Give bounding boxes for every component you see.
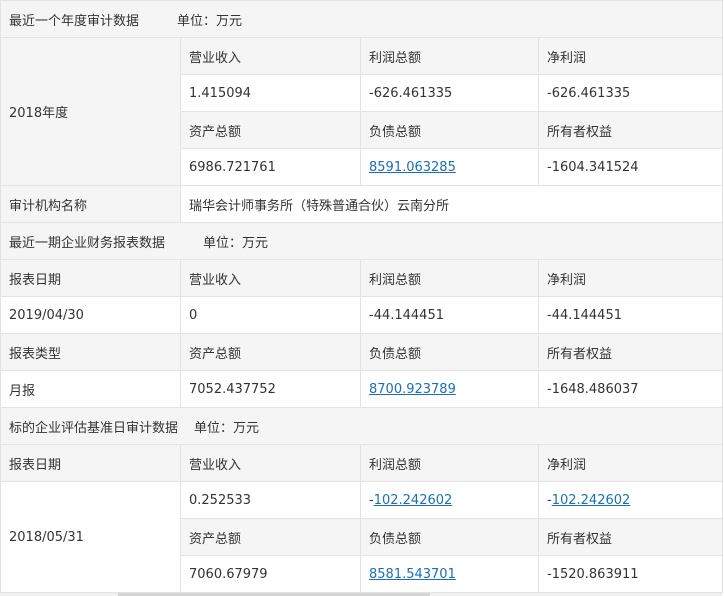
recent-unit: 单位：万元 xyxy=(203,235,269,251)
benchmark-date-value: 2018/05/31 xyxy=(0,481,181,593)
value-net-profit: -626.461335 xyxy=(537,74,724,112)
recent-section-header: 最近一期企业财务报表数据 单位：万元 xyxy=(0,222,724,260)
recent-type-label: 报表类型 xyxy=(0,333,181,371)
value-owner-equity: -1648.486037 xyxy=(537,370,724,408)
value-net-profit-link[interactable]: 102.242602 xyxy=(552,493,631,508)
value-total-liabilities-link[interactable]: 8591.063285 xyxy=(369,160,456,175)
auditor-label: 审计机构名称 xyxy=(0,185,181,223)
annual-unit: 单位：万元 xyxy=(177,13,243,29)
recent-type-value: 月报 xyxy=(0,370,181,408)
auditor-name: 瑞华会计师事务所（特殊普通合伙）云南分所 xyxy=(179,185,724,223)
benchmark-section-title-cell: 标的企业评估基准日审计数据 单位：万元 xyxy=(0,407,724,445)
label-owner-equity: 所有者权益 xyxy=(537,111,724,149)
label-owner-equity: 所有者权益 xyxy=(537,333,724,371)
value-total-profit: -44.144451 xyxy=(360,296,539,334)
value-revenue: 0 xyxy=(180,296,361,334)
recent-date-label: 报表日期 xyxy=(0,259,181,297)
recent-section-title-cell: 最近一期企业财务报表数据 单位：万元 xyxy=(0,222,724,260)
label-total-assets: 资产总额 xyxy=(180,111,361,149)
benchmark-row1-values: 2018/05/31 0.252533 -102.242602 -102.242… xyxy=(0,481,724,593)
value-net-profit: -44.144451 xyxy=(537,296,724,334)
benchmark-date-label: 报表日期 xyxy=(0,444,181,482)
benchmark-section-title: 标的企业评估基准日审计数据 xyxy=(9,420,179,436)
value-total-liabilities-cell: 8700.923789 xyxy=(360,370,539,408)
label-total-liabilities: 负债总额 xyxy=(360,518,539,556)
label-net-profit: 净利润 xyxy=(537,444,724,482)
label-total-liabilities: 负债总额 xyxy=(360,333,539,371)
value-revenue: 1.415094 xyxy=(180,74,361,112)
value-total-assets: 7060.67979 xyxy=(180,555,361,593)
value-net-profit-cell: -102.242602 xyxy=(537,481,724,519)
value-owner-equity: -1604.341524 xyxy=(537,148,724,186)
value-revenue: 0.252533 xyxy=(180,481,361,519)
annual-section-title-cell: 最近一个年度审计数据 单位：万元 xyxy=(0,0,724,38)
value-owner-equity: -1520.863911 xyxy=(537,555,724,593)
value-total-assets: 7052.437752 xyxy=(180,370,361,408)
recent-row2-values: 月报 7052.437752 8700.923789 -1648.486037 xyxy=(0,370,724,408)
auditor-row: 审计机构名称 瑞华会计师事务所（特殊普通合伙）云南分所 xyxy=(0,185,724,223)
value-total-profit-link[interactable]: 102.242602 xyxy=(374,493,453,508)
label-revenue: 营业收入 xyxy=(180,259,361,297)
audit-data-table: 最近一个年度审计数据 单位：万元 2018年度 营业收入 利润总额 净利润 1.4… xyxy=(0,0,724,593)
annual-section-title: 最近一个年度审计数据 xyxy=(9,13,140,29)
recent-section-title: 最近一期企业财务报表数据 xyxy=(9,235,166,251)
label-total-assets: 资产总额 xyxy=(180,518,361,556)
value-total-liabilities-link[interactable]: 8700.923789 xyxy=(369,382,456,397)
value-total-profit: -626.461335 xyxy=(360,74,539,112)
recent-row1-labels: 报表日期 营业收入 利润总额 净利润 xyxy=(0,259,724,297)
benchmark-unit: 单位：万元 xyxy=(194,420,260,436)
label-total-profit: 利润总额 xyxy=(360,37,539,75)
value-total-assets: 6986.721761 xyxy=(180,148,361,186)
annual-section-header: 最近一个年度审计数据 单位：万元 xyxy=(0,0,724,38)
value-total-liabilities-cell: 8591.063285 xyxy=(360,148,539,186)
benchmark-row1-labels: 报表日期 营业收入 利润总额 净利润 xyxy=(0,444,724,482)
recent-date-value: 2019/04/30 xyxy=(0,296,181,334)
label-revenue: 营业收入 xyxy=(180,444,361,482)
label-total-profit: 利润总额 xyxy=(360,444,539,482)
benchmark-section-header: 标的企业评估基准日审计数据 单位：万元 xyxy=(0,407,724,445)
label-total-assets: 资产总额 xyxy=(180,333,361,371)
value-total-liabilities-cell: 8581.543701 xyxy=(360,555,539,593)
label-total-liabilities: 负债总额 xyxy=(360,111,539,149)
audit-data-panel: 最近一个年度审计数据 单位：万元 2018年度 营业收入 利润总额 净利润 1.4… xyxy=(0,0,724,596)
value-total-liabilities-link[interactable]: 8581.543701 xyxy=(369,567,456,582)
recent-row1-values: 2019/04/30 0 -44.144451 -44.144451 xyxy=(0,296,724,334)
annual-row1-labels: 2018年度 营业收入 利润总额 净利润 xyxy=(0,37,724,186)
annual-year: 2018年度 xyxy=(0,37,181,186)
label-total-profit: 利润总额 xyxy=(360,259,539,297)
label-revenue: 营业收入 xyxy=(180,37,361,75)
recent-row2-labels: 报表类型 资产总额 负债总额 所有者权益 xyxy=(0,333,724,371)
label-net-profit: 净利润 xyxy=(537,37,724,75)
value-total-profit-cell: -102.242602 xyxy=(360,481,539,519)
label-owner-equity: 所有者权益 xyxy=(537,518,724,556)
label-net-profit: 净利润 xyxy=(537,259,724,297)
